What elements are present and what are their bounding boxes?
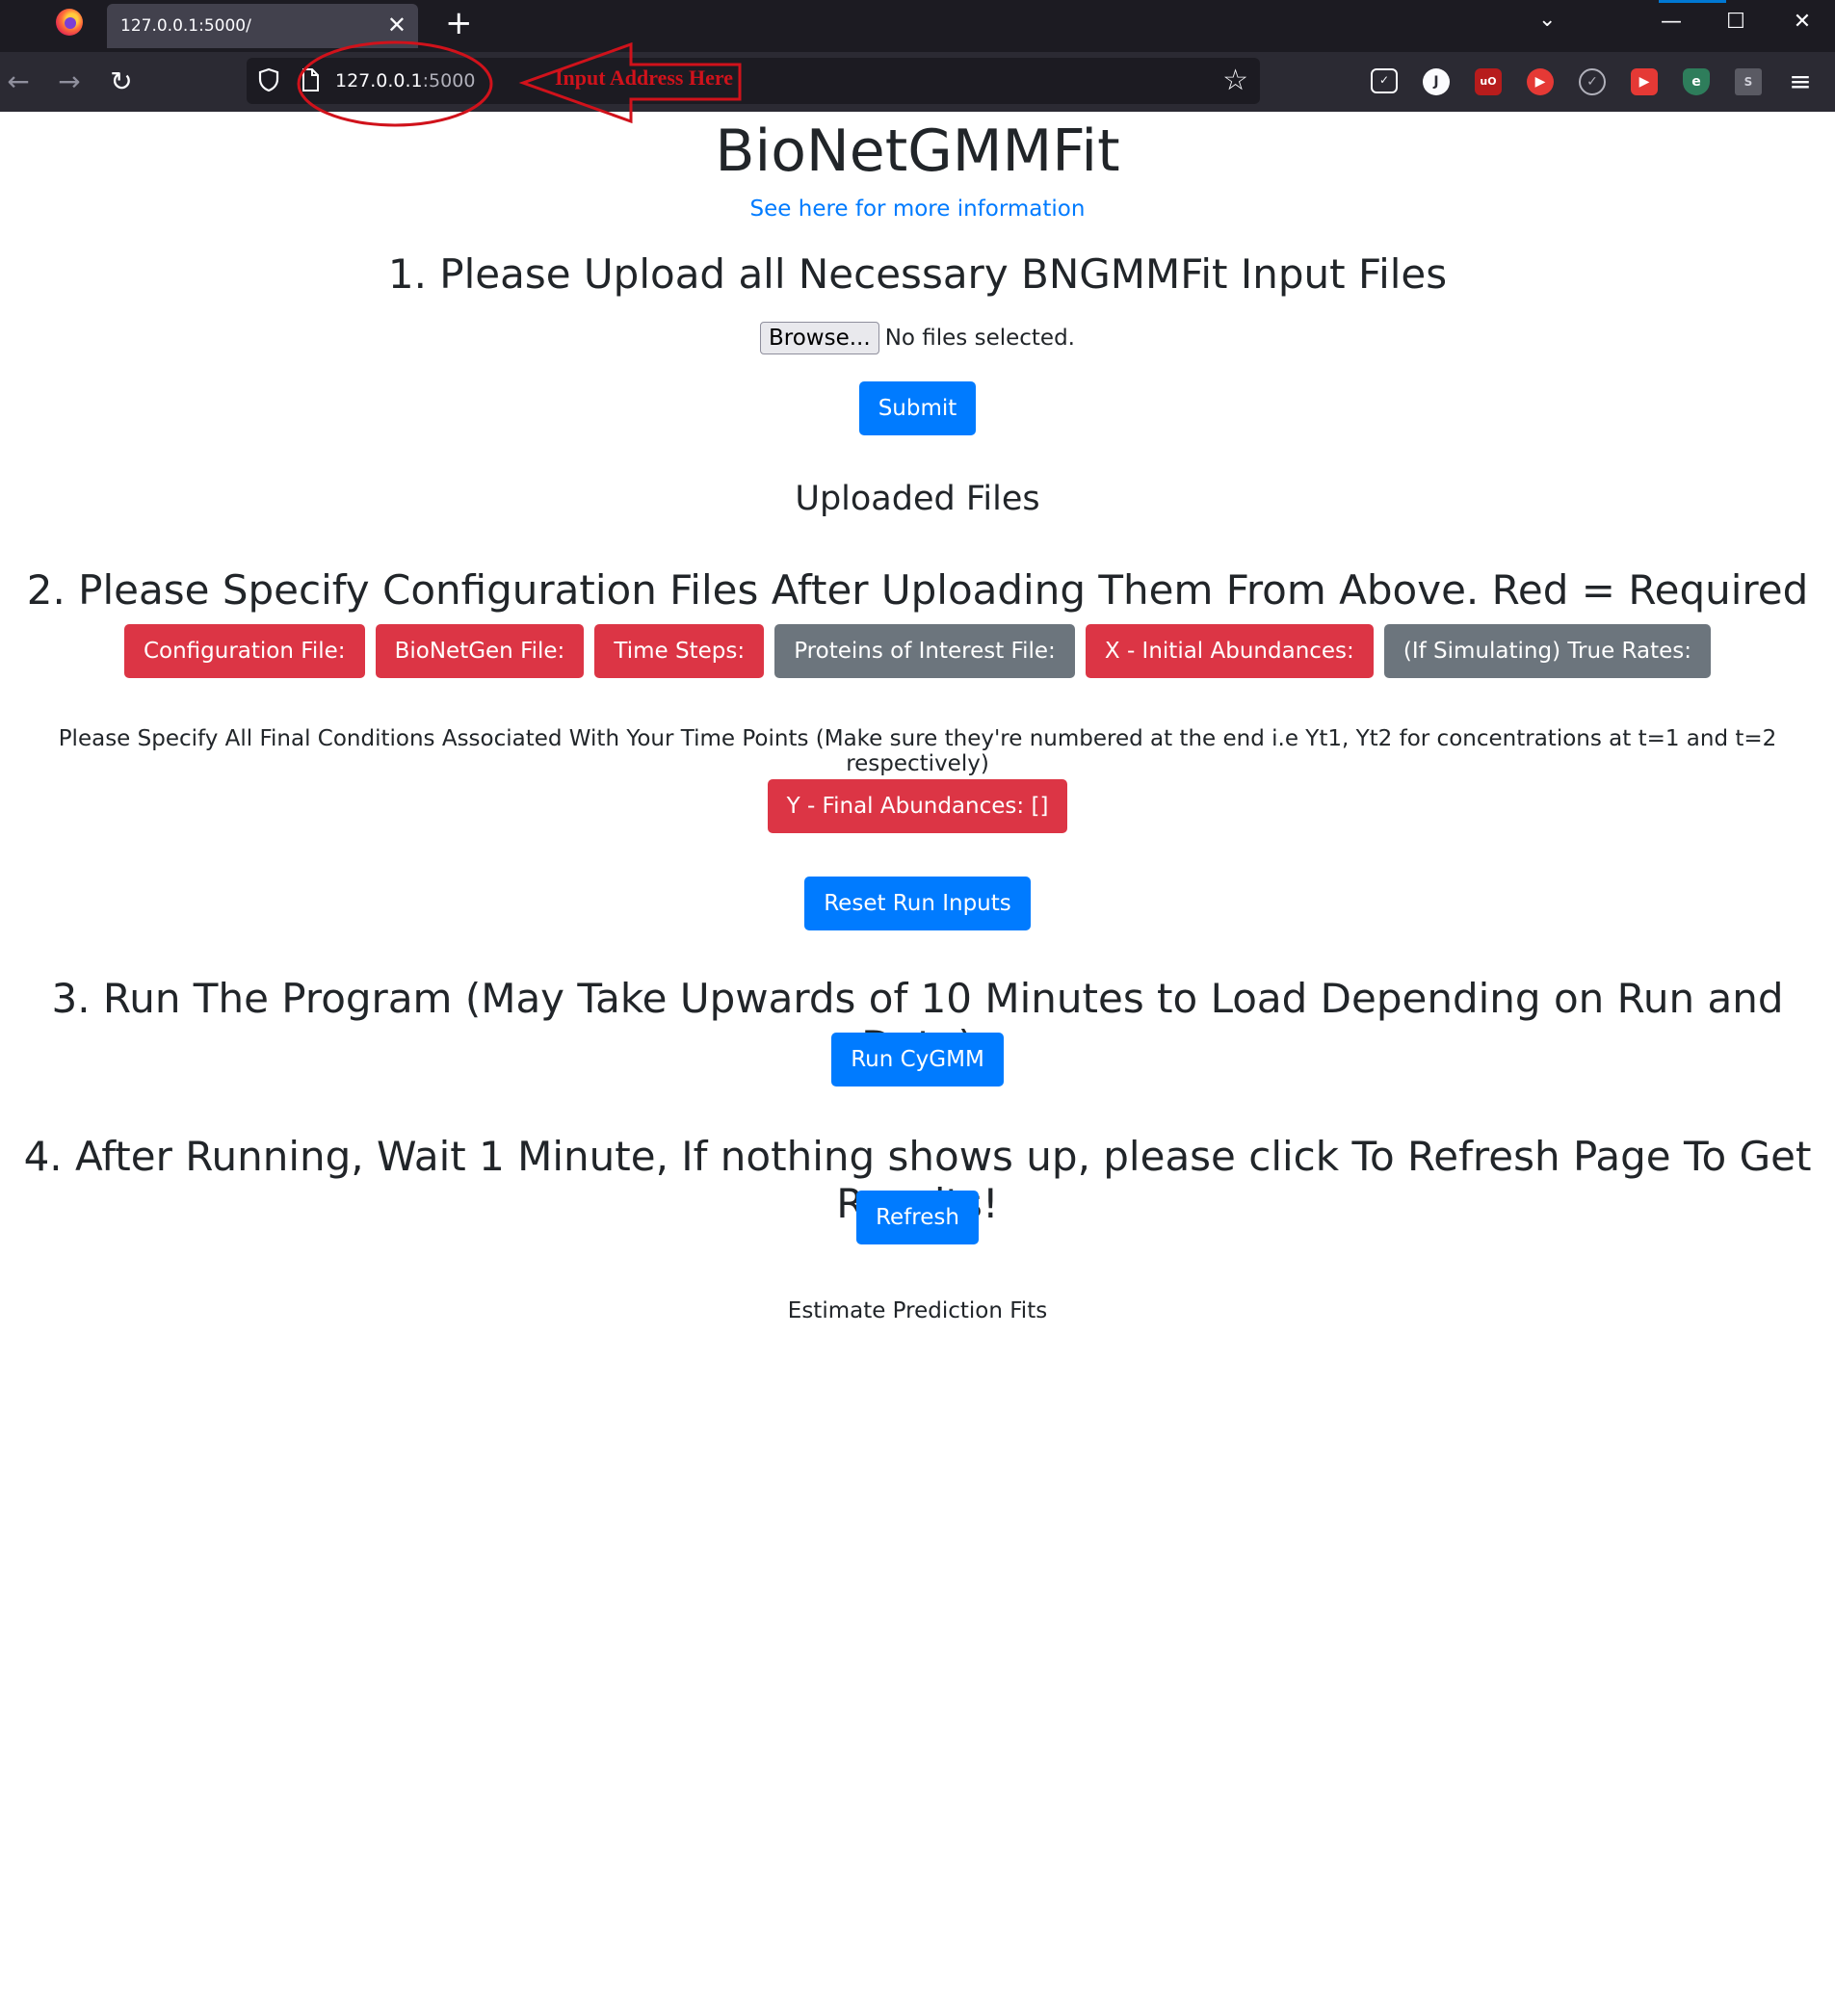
initial-abundances-button[interactable]: X - Initial Abundances: [1085,624,1374,678]
window-accent [1659,0,1726,3]
window-close-icon[interactable]: ✕ [1773,4,1831,40]
page-title: BioNetGMMFit [715,118,1120,185]
firefox-logo-icon[interactable] [56,9,83,36]
proteins-of-interest-button[interactable]: Proteins of Interest File: [774,624,1075,678]
file-upload: Browse... No files selected. [0,322,1835,354]
time-steps-button[interactable]: Time Steps: [594,624,765,678]
bionetgen-file-button[interactable]: BioNetGen File: [375,624,585,678]
step1-heading: 1. Please Upload all Necessary BNGMMFit … [387,250,1448,298]
uploaded-files-heading: Uploaded Files [795,480,1040,518]
config-file-buttons: Configuration File: BioNetGen File: Time… [0,624,1835,678]
file-status: No files selected. [884,326,1075,351]
checkmark-extension-icon[interactable]: ✓ [1579,68,1606,95]
youtube-extension-icon[interactable]: ▶ [1527,68,1554,95]
run-cygmm-button[interactable]: Run CyGMM [831,1033,1004,1087]
back-icon[interactable]: ← [2,65,35,98]
reset-run-inputs-button[interactable]: Reset Run Inputs [804,877,1031,930]
extension-grid-icon[interactable]: S [1735,68,1762,95]
title-block: BioNetGMMFit [0,118,1835,185]
tab-close-icon[interactable]: ✕ [387,12,406,39]
reload-icon[interactable]: ↻ [105,65,138,98]
minimize-icon[interactable]: — [1642,4,1700,40]
browse-button[interactable]: Browse... [760,322,879,354]
maximize-icon[interactable]: ☐ [1707,4,1765,40]
list-all-tabs-icon[interactable]: ⌄ [1538,8,1556,32]
tab-title: 127.0.0.1:5000/ [120,16,251,36]
submit-button[interactable]: Submit [858,381,977,435]
tracking-shield-icon[interactable] [258,67,279,92]
annotation-label: Input Address Here [555,65,734,90]
pocket-icon[interactable]: ✓ [1371,68,1398,93]
page-info-icon[interactable] [301,67,320,92]
browser-tab[interactable]: 127.0.0.1:5000/ ✕ [107,4,418,48]
more-info-link[interactable]: See here for more information [750,196,1086,222]
refresh-button[interactable]: Refresh [856,1191,979,1244]
browser-tabstrip: 127.0.0.1:5000/ ✕ + ⌄ — ☐ ✕ [0,0,1835,52]
ublock-icon[interactable]: uO [1475,68,1502,95]
privacy-shield-icon[interactable]: e [1683,68,1710,95]
bookmark-star-icon[interactable]: ☆ [1222,64,1248,98]
extension-j-icon[interactable]: J [1423,68,1450,95]
new-tab-icon[interactable]: + [445,5,473,41]
estimate-prediction-fits: Estimate Prediction Fits [787,1298,1048,1323]
step2-heading: 2. Please Specify Configuration Files Af… [26,566,1809,614]
browser-navbar: ← → ↻ 127.0.0.1:5000 ☆ ✓ J uO ▶ ✓ ▶ e S … [0,52,1835,112]
configuration-file-button[interactable]: Configuration File: [123,624,365,678]
dislike-extension-icon[interactable]: ▶ [1631,68,1658,95]
forward-icon[interactable]: → [53,65,86,98]
address-bar[interactable]: 127.0.0.1:5000 ☆ [247,58,1260,104]
final-conditions-note: Please Specify All Final Conditions Asso… [58,726,1777,776]
final-abundances-button[interactable]: Y - Final Abundances: [] [767,779,1068,833]
true-rates-button[interactable]: (If Simulating) True Rates: [1383,624,1712,678]
menu-icon[interactable]: ≡ [1784,65,1817,98]
url-text[interactable]: 127.0.0.1:5000 [335,70,475,92]
